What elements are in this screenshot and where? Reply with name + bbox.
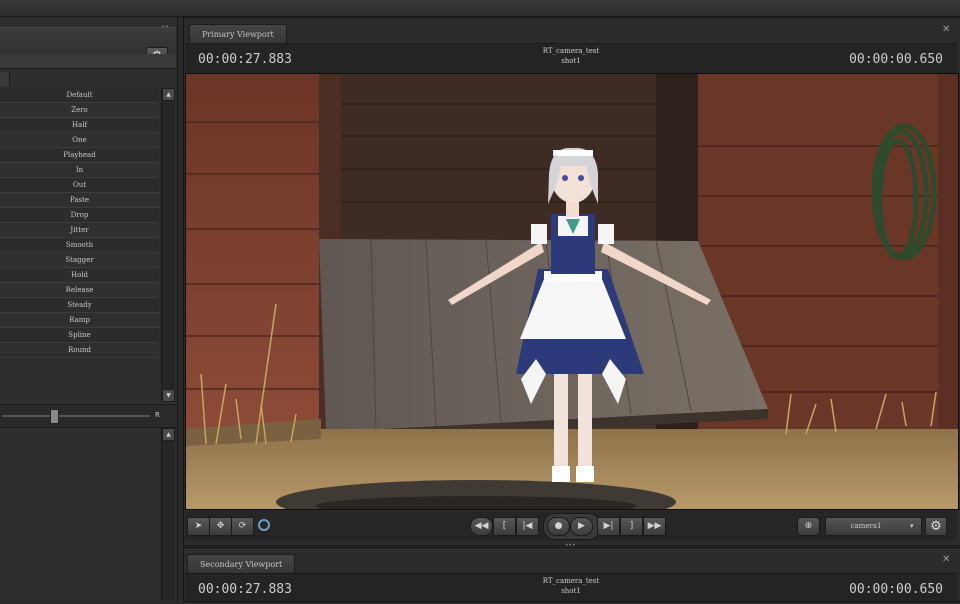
lower-scrollbar[interactable]: ▲ bbox=[161, 428, 175, 600]
select-tool-icon[interactable]: ➤ bbox=[187, 517, 210, 536]
play-icon[interactable]: ▶ bbox=[570, 517, 593, 536]
list-item[interactable]: Half bbox=[0, 118, 159, 133]
camera-name: RT_camera_test bbox=[542, 47, 600, 55]
camera-select[interactable]: camera1 ▾ bbox=[825, 517, 922, 536]
secondary-viewport-info-bar: 00:00:27.883 00:00:00.650 RT_camera_test… bbox=[185, 573, 957, 601]
list-item[interactable]: Out bbox=[0, 178, 159, 193]
list-item[interactable]: Default bbox=[0, 88, 159, 103]
list-item[interactable]: Jitter bbox=[0, 223, 159, 238]
list-item[interactable]: Ramp bbox=[0, 313, 159, 328]
list-item[interactable]: Stagger bbox=[0, 253, 159, 268]
list-item[interactable]: Round bbox=[0, 343, 159, 358]
jump-in-icon[interactable]: [ bbox=[493, 517, 516, 536]
camera-select-value: camera1 bbox=[850, 522, 882, 530]
camera-target-icon[interactable]: ⊕ bbox=[797, 517, 820, 536]
primary-viewport-info-bar: 00:00:27.883 00:00:00.650 RT_camera_test… bbox=[185, 43, 957, 73]
list-item[interactable]: Spline bbox=[0, 328, 159, 343]
close-icon[interactable]: ✕ bbox=[942, 555, 950, 565]
next-frame-icon[interactable]: ▶| bbox=[597, 517, 620, 536]
timecode-right: 00:00:00.650 bbox=[849, 52, 943, 67]
list-item[interactable]: Playhead bbox=[0, 148, 159, 163]
list-scrollbar[interactable]: ▲ ▼ bbox=[161, 88, 175, 402]
transport-bar: ➤ ✥ ⟳ ◀◀ [ |◀ ● ▶ ▶| ] ▶▶ ⊕ camera1 ▾ ⚙ bbox=[185, 511, 957, 541]
list-item[interactable]: Smooth bbox=[0, 238, 159, 253]
gear-icon[interactable]: ⚙ bbox=[925, 517, 947, 536]
move-tool-icon[interactable]: ✥ bbox=[209, 517, 232, 536]
record-icon[interactable]: ● bbox=[547, 517, 570, 536]
list-item[interactable]: Paste bbox=[0, 193, 159, 208]
list-item[interactable]: Drop bbox=[0, 208, 159, 223]
camera-name: RT_camera_test bbox=[542, 577, 600, 585]
viewport-render[interactable] bbox=[185, 73, 959, 510]
shot-name: shot1 bbox=[561, 587, 581, 595]
scroll-up-icon[interactable]: ▲ bbox=[162, 428, 175, 441]
jump-out-icon[interactable]: ] bbox=[620, 517, 643, 536]
list-item[interactable]: In bbox=[0, 163, 159, 178]
fast-forward-icon[interactable]: ▶▶ bbox=[643, 517, 666, 536]
list-header bbox=[0, 54, 176, 69]
slider-handle[interactable] bbox=[50, 409, 59, 424]
list-item[interactable]: Hold bbox=[0, 268, 159, 283]
scroll-down-icon[interactable]: ▼ bbox=[162, 389, 175, 402]
rotate-tool-icon[interactable]: ⟳ bbox=[231, 517, 254, 536]
scene-image bbox=[186, 74, 958, 509]
tab-primary-viewport[interactable]: Primary Viewport bbox=[189, 24, 287, 43]
list-column-header[interactable] bbox=[0, 72, 10, 86]
list-item[interactable]: Release bbox=[0, 283, 159, 298]
slider-right-label: R bbox=[155, 411, 160, 419]
list-item[interactable]: Zero bbox=[0, 103, 159, 118]
rewind-icon[interactable]: ◀◀ bbox=[470, 517, 493, 536]
scroll-up-icon[interactable]: ▲ bbox=[162, 88, 175, 101]
snap-icon[interactable] bbox=[258, 519, 270, 531]
list-item[interactable]: One bbox=[0, 133, 159, 148]
tab-secondary-viewport[interactable]: Secondary Viewport bbox=[187, 554, 296, 573]
preset-list: Default Zero Half One Playhead In Out Paste Drop… bbox=[0, 88, 161, 388]
slider-track bbox=[2, 415, 150, 417]
list-item[interactable]: Steady bbox=[0, 298, 159, 313]
top-menu-strip bbox=[0, 0, 960, 17]
prev-frame-icon[interactable]: |◀ bbox=[516, 517, 539, 536]
close-icon[interactable]: ✕ bbox=[942, 25, 950, 35]
timecode-left: 00:00:27.883 bbox=[198, 52, 292, 67]
bias-slider[interactable]: R bbox=[0, 404, 176, 428]
shot-name: shot1 bbox=[561, 57, 581, 65]
chevron-down-icon: ▾ bbox=[910, 522, 914, 530]
